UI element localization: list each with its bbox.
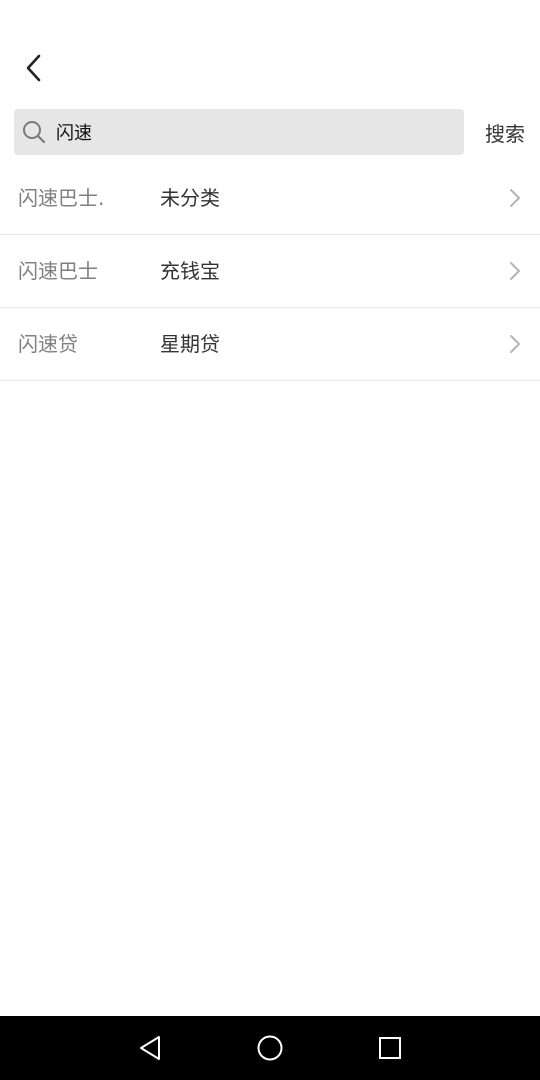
list-item[interactable]: 闪速贷 星期贷 [0,308,540,381]
result-name: 闪速巴士 [18,259,98,283]
nav-recents-button[interactable] [372,1030,408,1066]
result-category: 充钱宝 [160,259,220,283]
back-button[interactable] [14,48,54,88]
chevron-right-icon [510,262,520,280]
result-category: 星期贷 [160,332,220,356]
result-name: 闪速巴士. [18,186,105,210]
square-recents-icon [379,1037,401,1059]
search-bar: 搜索 [14,109,534,155]
search-input[interactable] [56,109,456,155]
nav-back-button[interactable] [132,1030,168,1066]
result-category: 未分类 [160,186,220,210]
result-name: 闪速贷 [18,332,78,356]
chevron-left-icon [26,54,41,82]
nav-home-button[interactable] [252,1030,288,1066]
list-item[interactable]: 闪速巴士. 未分类 [0,162,540,235]
search-box[interactable] [14,109,464,155]
chevron-right-icon [510,335,520,353]
search-button[interactable]: 搜索 [476,109,534,155]
search-results-screen: 搜索 闪速巴士. 未分类 闪速巴士 充钱宝 闪速贷 星期贷 [0,0,540,1080]
search-icon [23,121,46,144]
circle-home-icon [257,1035,283,1061]
list-item[interactable]: 闪速巴士 充钱宝 [0,235,540,308]
chevron-right-icon [510,189,520,207]
results-list: 闪速巴士. 未分类 闪速巴士 充钱宝 闪速贷 星期贷 [0,162,540,381]
system-navigation-bar [0,1016,540,1080]
triangle-back-icon [140,1036,160,1060]
